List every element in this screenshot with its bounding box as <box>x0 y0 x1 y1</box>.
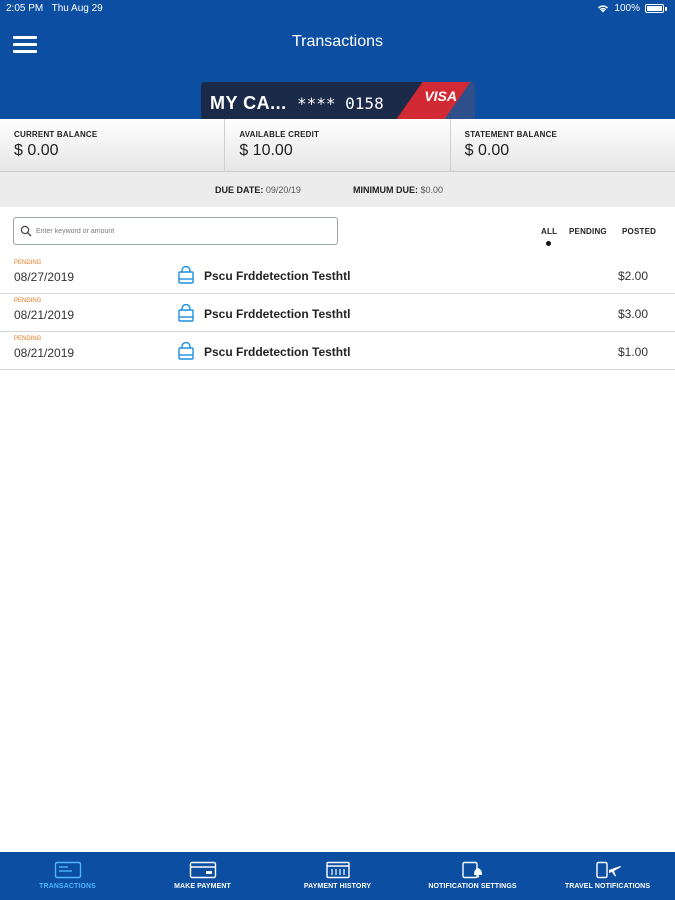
nav-travel-notifications[interactable]: TRAVEL NOTIFICATIONS <box>540 852 675 900</box>
search-input[interactable] <box>36 222 331 240</box>
nav-payment-history-label: PAYMENT HISTORY <box>303 883 372 890</box>
nav-make-payment-label: MAKE PAYMENT <box>174 883 231 890</box>
current-balance-label: CURRENT BALANCE <box>14 130 98 139</box>
app-header: 2:05 PM Thu Aug 29 100% Transactions MY … <box>0 0 675 119</box>
due-date-value: 09/20/19 <box>265 185 301 195</box>
calendar-icon <box>325 861 350 879</box>
page-title: Transactions <box>292 33 383 50</box>
card-number: **** 0158 <box>297 94 384 113</box>
shopping-bag-icon <box>178 342 194 360</box>
battery-percent: 100% <box>614 3 640 14</box>
transaction-amount: $1.00 <box>617 345 648 359</box>
card-name: MY CA... <box>210 93 287 113</box>
transaction-status: PENDING <box>14 336 42 342</box>
transaction-amount: $3.00 <box>617 307 648 321</box>
filter-all[interactable]: ALL <box>541 227 557 236</box>
current-balance: CURRENT BALANCE $ 0.00 <box>0 119 224 171</box>
battery-icon <box>645 4 664 13</box>
transaction-description: Pscu Frddetection Testhtl <box>204 269 351 283</box>
due-date: DUE DATE: 09/20/19 <box>215 185 301 195</box>
minimum-due-label: MINIMUM DUE: <box>353 185 418 195</box>
status-time: 2:05 PM Thu Aug 29 <box>6 3 103 14</box>
filter-pending[interactable]: PENDING <box>569 227 607 236</box>
minimum-due-value: $0.00 <box>420 185 444 195</box>
transaction-date: 08/21/2019 <box>14 308 75 322</box>
available-credit: AVAILABLE CREDIT $ 10.00 <box>224 119 449 171</box>
notification-icon <box>461 861 482 879</box>
nav-payment-history[interactable]: PAYMENT HISTORY <box>270 852 405 900</box>
status-bar: 2:05 PM Thu Aug 29 100% <box>0 0 675 18</box>
credit-card-image[interactable]: MY CA... **** 0158 VISA <box>201 82 475 119</box>
due-date-label: DUE DATE: <box>215 185 264 195</box>
transaction-description: Pscu Frddetection Testhtl <box>204 345 351 359</box>
battery-tip <box>665 6 667 11</box>
nav-travel-notifications-label: TRAVEL NOTIFICATIONS <box>564 883 651 890</box>
transaction-status: PENDING <box>14 298 42 304</box>
statement-balance: STATEMENT BALANCE $ 0.00 <box>449 119 675 171</box>
transaction-row[interactable]: PENDING 08/21/2019 Pscu Frddetection Tes… <box>0 294 675 332</box>
payment-icon <box>189 861 216 879</box>
shopping-bag-icon <box>178 266 194 284</box>
wifi-icon <box>598 5 609 13</box>
transaction-row[interactable]: PENDING 08/21/2019 Pscu Frddetection Tes… <box>0 332 675 370</box>
search-icon <box>20 225 32 237</box>
nav-notification-settings-label: NOTIFICATION SETTINGS <box>428 883 517 890</box>
shopping-bag-icon <box>178 304 194 322</box>
airplane-icon <box>595 861 621 879</box>
search-box[interactable] <box>13 217 338 245</box>
visa-logo: VISA <box>424 88 457 104</box>
balance-summary: CURRENT BALANCE $ 0.00 AVAILABLE CREDIT … <box>0 119 675 172</box>
minimum-due: MINIMUM DUE: $0.00 <box>353 185 443 195</box>
current-balance-value: $ 0.00 <box>14 142 59 159</box>
card-icon <box>54 861 81 879</box>
nav-transactions-label: TRANSACTIONS <box>39 883 96 890</box>
nav-notification-settings[interactable]: NOTIFICATION SETTINGS <box>405 852 540 900</box>
transaction-date: 08/21/2019 <box>14 346 75 360</box>
due-info-bar: DUE DATE: 09/20/19 MINIMUM DUE: $0.00 <box>0 172 675 207</box>
transaction-amount: $2.00 <box>617 269 648 283</box>
nav-make-payment[interactable]: MAKE PAYMENT <box>135 852 270 900</box>
transaction-description: Pscu Frddetection Testhtl <box>204 307 351 321</box>
bottom-navigation: TRANSACTIONS MAKE PAYMENT PAYMENT HISTOR… <box>0 852 675 900</box>
available-credit-value: $ 10.00 <box>239 142 293 159</box>
statement-balance-label: STATEMENT BALANCE <box>464 130 558 139</box>
status-right: 100% <box>597 3 667 14</box>
transaction-row[interactable]: PENDING 08/27/2019 Pscu Frddetection Tes… <box>0 256 675 294</box>
nav-transactions[interactable]: TRANSACTIONS <box>0 852 135 900</box>
transaction-date: 08/27/2019 <box>14 270 75 284</box>
available-credit-label: AVAILABLE CREDIT <box>239 130 320 139</box>
filter-posted[interactable]: POSTED <box>622 227 656 236</box>
filter-selected-indicator <box>546 241 551 246</box>
statement-balance-value: $ 0.00 <box>464 142 510 159</box>
transaction-status: PENDING <box>14 260 42 266</box>
